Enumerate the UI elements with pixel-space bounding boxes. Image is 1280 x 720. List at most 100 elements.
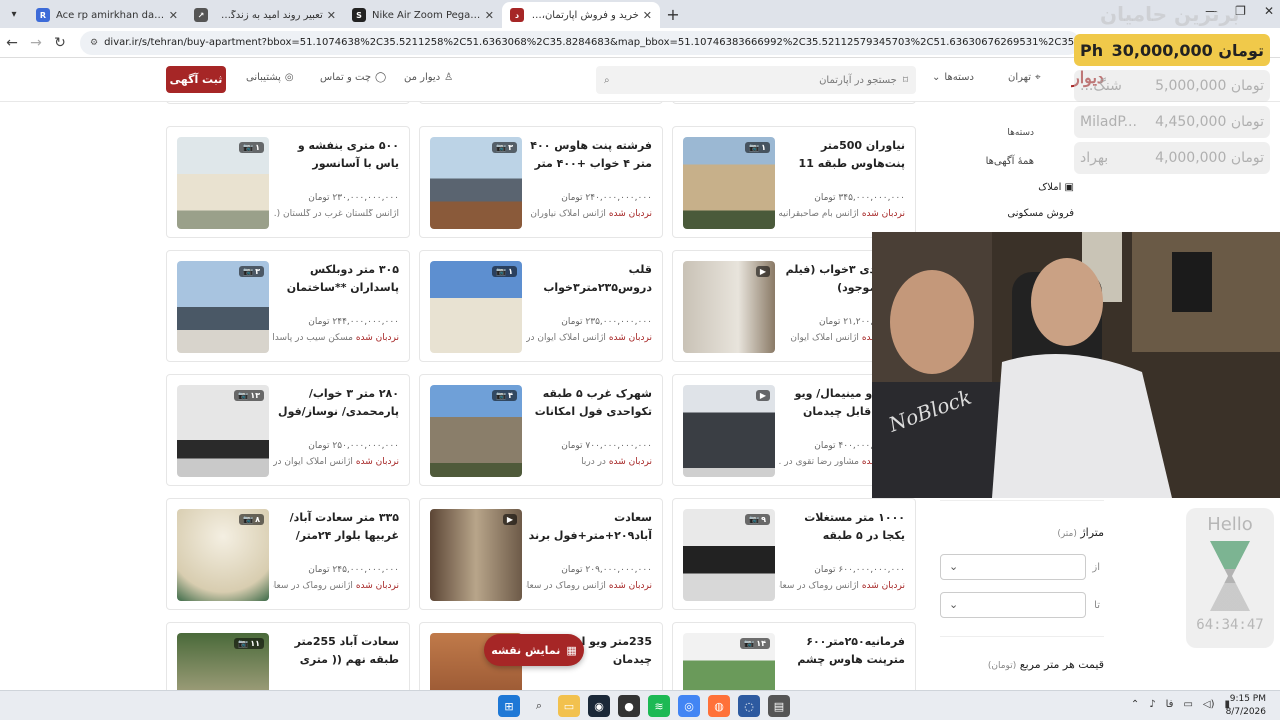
bookmark-icon[interactable]: ⌑ (903, 75, 908, 86)
system-tray: ⌃ ♪ فا ▭ ◁) ▮ (1131, 699, 1230, 710)
listing-agency: نردبان شده آژانس بام صاحبقرانیه (779, 209, 905, 219)
tab-search-icon[interactable]: ▾ (0, 0, 28, 28)
show-map-button[interactable]: نمایش نقشه ▦ (484, 634, 584, 666)
sidebar-residential-sale[interactable]: فروش مسکونی (1007, 208, 1074, 219)
listing-card[interactable]: 📷 ۱ ۵۰۰ متری بنفشه و یاس با آسانسور ۲۳۰,… (166, 126, 410, 238)
language-indicator[interactable]: فا (1166, 699, 1174, 710)
listing-card[interactable]: 📷 ۱ قلب دروس۲۳۵متر۳خواب فول (ساختمان غیر… (419, 250, 663, 362)
price-per-meter-title: قیمت هر متر مربع (تومان) (987, 658, 1104, 671)
post-ad-button[interactable]: ثبت آگهی (166, 66, 226, 93)
video-badge: ▶ (502, 514, 517, 525)
close-tab-icon[interactable]: ✕ (169, 9, 178, 22)
support-link[interactable]: پشتیبانی ◎ (246, 72, 294, 83)
listing-card[interactable]: 📷 ۴ شهرک غرب ۵ طبقه تکواحدی فول امکانات … (419, 374, 663, 486)
browser-tab-2[interactable]: ↗ تعبیر روند امید به زندگی در قاره ✕ (186, 2, 344, 28)
listing-card[interactable]: 📷 ۸ ۳۳۵ متر سعادت آباد/غربیها بلوار ۲۴مت… (166, 498, 410, 610)
area-to-select[interactable]: ⌄ (940, 592, 1086, 618)
listing-price: ۲۳۰,۰۰۰,۰۰۰,۰۰۰ تومان (308, 193, 399, 203)
close-tab-icon[interactable]: ✕ (485, 9, 494, 22)
listing-agency: نردبان شده آژانس روماک در سعادت... (526, 581, 652, 591)
forward-icon[interactable]: → (24, 35, 48, 51)
listing-price: ۳۴۵,۰۰۰,۰۰۰,۰۰۰ تومان (814, 193, 905, 203)
calculator-icon[interactable]: ▤ (768, 695, 790, 717)
close-tab-icon[interactable]: ✕ (643, 9, 652, 22)
categories-dropdown[interactable]: ⌄ دسته‌ها (932, 72, 974, 83)
listing-card[interactable] (166, 102, 410, 104)
my-divar-label: دیوار من (404, 72, 441, 83)
network-icon[interactable]: ▭ (1183, 699, 1192, 710)
file-explorer-icon[interactable]: ▭ (558, 695, 580, 717)
listing-card[interactable]: 📷 ۹ ۱۰۰۰ متر مستغلات یکجا در ۵ طبقه محدو… (672, 498, 916, 610)
tab-title: Nike Air Zoom Pegasus 35 Run (372, 9, 481, 21)
chrome-icon[interactable]: ◎ (678, 695, 700, 717)
donation-amount: 5,000,000 تومان (1155, 78, 1264, 94)
donation-amount: 30,000,000 تومان (1111, 40, 1264, 60)
volume-icon[interactable]: ◁) (1203, 699, 1215, 710)
close-window-icon[interactable]: ✕ (1264, 4, 1274, 18)
donation-leaderboard: Ph 30,000,000 تومان ...شنگ 5,000,000 توم… (1074, 34, 1270, 178)
tab-title: Ace rp amirkhan dar shahr - Re (56, 9, 165, 21)
listing-price: ۲۴۵,۰۰۰,۰۰۰,۰۰۰ تومان (308, 565, 399, 575)
chevron-down-icon: ⌄ (949, 560, 959, 573)
sidebar-all-ads[interactable]: همهٔ آگهی‌ها (986, 156, 1034, 167)
listing-card[interactable]: 📷 ۱ نیاوران 500متر پنت‌هاوس طبقه 11 ۳۴۵,… (672, 126, 916, 238)
firefox-icon[interactable]: ◍ (708, 695, 730, 717)
app-icon[interactable]: ◌ (738, 695, 760, 717)
start-icon[interactable]: ⊞ (498, 695, 520, 717)
spotify-icon[interactable]: ≋ (648, 695, 670, 717)
close-tab-icon[interactable]: ✕ (327, 9, 336, 22)
sidebar-real-estate[interactable]: ▣ املاک (1038, 182, 1074, 193)
listing-agency: نردبان شده در دربا (581, 457, 652, 467)
chevron-down-icon: ⌄ (932, 72, 941, 83)
timer-label: Hello (1207, 514, 1253, 535)
city-selector[interactable]: تهران ⌖ (1008, 72, 1041, 83)
clock-time: 9:15 PM (1229, 694, 1266, 704)
obs-icon[interactable]: ● (618, 695, 640, 717)
listing-photo: 📷 ۳ (177, 261, 269, 353)
location-pin-icon: ⌖ (1035, 72, 1041, 83)
listing-photo: 📷 ۸ (177, 509, 269, 601)
area-from-select[interactable]: ⌄ (940, 554, 1086, 580)
top-supporters-title: برترین حامیان (1100, 2, 1240, 26)
listing-card[interactable]: 📷 ۱۱ سعادت آباد 255متر طبقه نهم (( متری … (166, 622, 410, 690)
listing-card[interactable]: ▶ سعادت آباد۲۰۹+متر+فول برند +۴p سندی ۲۰… (419, 498, 663, 610)
listing-card[interactable]: 📷 ۱۳ ۲۸۰ متر ۳ خواب/پارمحمدی/ نوساز/فول … (166, 374, 410, 486)
donor-name: MiladP... (1080, 114, 1137, 130)
listing-card[interactable] (672, 102, 916, 104)
browser-tab-4-active[interactable]: د خرید و فروش آپارتمان، پنت هاوس ✕ (502, 2, 660, 28)
map-button-label: نمایش نقشه (491, 643, 561, 657)
tab-title: تعبیر روند امید به زندگی در قاره (214, 9, 323, 21)
my-divar-link[interactable]: دیوار من ♙ (404, 72, 453, 83)
browser-tab-3[interactable]: S Nike Air Zoom Pegasus 35 Run ✕ (344, 2, 502, 28)
taskbar-clock[interactable]: 9:15 PM 8/7/2026 (1226, 693, 1266, 719)
listing-price: ۶۰۰,۰۰۰,۰۰۰,۰۰۰ تومان (814, 565, 905, 575)
listing-card[interactable] (419, 102, 663, 104)
listing-title: فرمانیه۲۵۰متر۶۰۰ مترپنت هاوس چشم اندازهک… (797, 635, 905, 666)
tab-favicon: د (510, 8, 524, 22)
back-icon[interactable]: ← (0, 35, 24, 51)
video-badge: ▶ (755, 266, 770, 277)
sidebar-categories-label: دسته‌ها (1007, 128, 1034, 138)
chevron-up-icon[interactable]: ⌃ (1131, 699, 1139, 710)
listing-card[interactable]: 📷 ۳ ۳۰۵ متر دوبلکس پاسداران **ساختمان بر… (166, 250, 410, 362)
listing-agency: نردبان شده آژانس املاک نیاوران (530, 209, 652, 219)
listing-agency: نردبان شده آژانس روماک در سعادت... (273, 581, 399, 591)
chat-link[interactable]: چت و تماس ◯ (320, 72, 386, 83)
listing-card[interactable]: 📷 ۱۴ فرمانیه۲۵۰متر۶۰۰ مترپنت هاوس چشم ان… (672, 622, 916, 690)
search-input[interactable]: جستجو در آپارتمان (610, 75, 897, 86)
search-icon[interactable]: ⌕ (528, 695, 550, 717)
steam-icon[interactable]: ◉ (588, 695, 610, 717)
new-tab-icon[interactable]: + (660, 5, 686, 24)
listing-card[interactable]: 📷 ۳ فرشته پنت هاوس ۴۰۰ متر ۴ خواب +۴۰۰ م… (419, 126, 663, 238)
search-icon: ⌕ (604, 74, 610, 86)
photo-count-badge: 📷 ۳ (239, 266, 264, 277)
listing-price: ۲۵۰,۰۰۰,۰۰۰,۰۰۰ تومان (308, 441, 399, 451)
listing-agency: نردبان شده مسکن سیب در پاسداران (273, 333, 399, 343)
url-field[interactable]: ⚙ divar.ir/s/tehran/buy-apartment?bbox=5… (80, 30, 1080, 55)
donation-amount: 4,450,000 تومان (1155, 114, 1264, 130)
reload-icon[interactable]: ↻ (48, 35, 72, 51)
search-bar[interactable]: ⌑ جستجو در آپارتمان ⌕ (596, 66, 916, 94)
microphone-icon[interactable]: ♪ (1149, 699, 1155, 710)
site-info-icon[interactable]: ⚙ (90, 38, 98, 48)
browser-tab-1[interactable]: R Ace rp amirkhan dar shahr - Re ✕ (28, 2, 186, 28)
